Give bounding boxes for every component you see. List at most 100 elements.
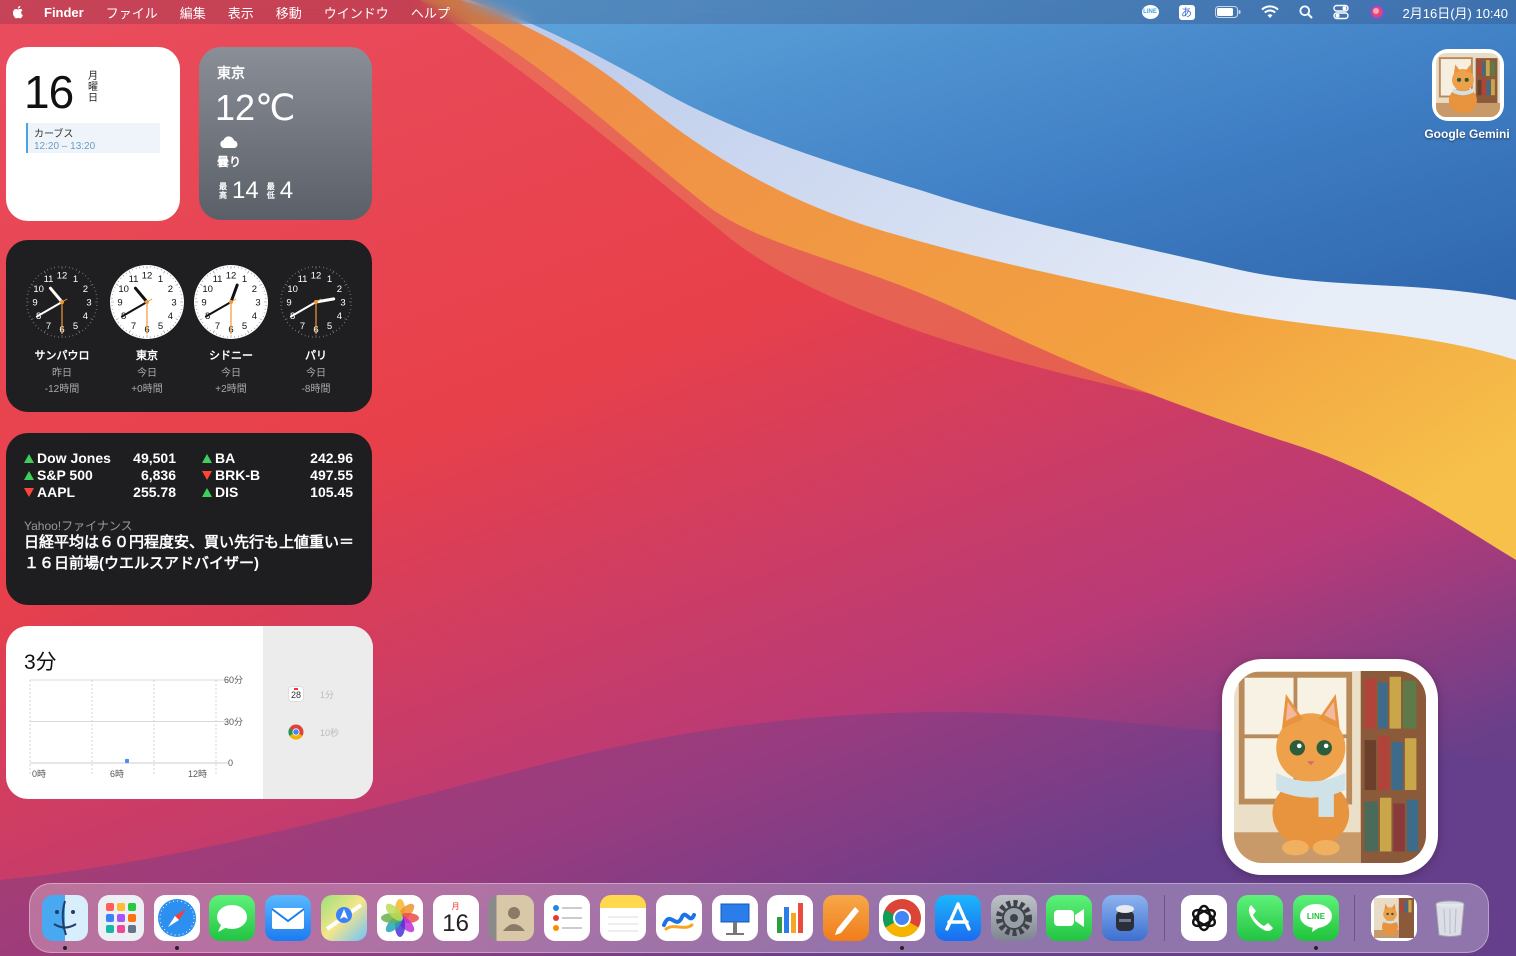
dock-line[interactable]: LINE [1292,895,1339,950]
stock-value: 497.55 [310,467,353,483]
siri-icon[interactable] [1369,2,1385,22]
clock-city: サンパウロ [34,350,90,362]
gear-icon [995,900,1032,936]
input-method-icon[interactable]: あ [1178,2,1195,22]
clock-numeral: 1 [327,274,332,285]
calendar-event-time: 12:20 – 13:20 [34,141,96,152]
freeform-icon [661,912,696,931]
analog-clock-face: 123456789101112 [25,265,99,339]
dock-contacts[interactable] [488,895,535,941]
clock-numeral: 2 [337,284,342,295]
dock-system-settings[interactable] [990,895,1037,941]
stock-symbol: DIS [215,484,239,500]
dock-calendar[interactable]: 月 16 [432,895,479,941]
dock-mail[interactable] [265,895,312,941]
x-tick-label: 6時 [110,769,124,779]
cat-image-thumbnail [1374,898,1415,938]
google-gemini-file-label[interactable]: Google Gemini [1412,127,1516,141]
chrome-icon [882,899,921,938]
stock-value: 242.96 [310,450,353,466]
menu-go[interactable]: 移動 [276,3,302,22]
mail-icon [271,908,305,929]
screen-time-app-row[interactable]: 10秒 [288,724,339,740]
trend-up-icon [202,487,212,497]
news-headline[interactable]: 日経平均は６０円程度安、買い先行も上値重い＝１６日前場(ウエルスアドバイザー) [24,532,354,574]
dock-facetime[interactable] [1046,895,1093,941]
dock-chrome[interactable] [878,895,925,950]
control-center-icon[interactable] [1332,2,1349,22]
menu-file[interactable]: ファイル [106,3,158,22]
dock-automator[interactable] [1102,895,1149,941]
dock-launchpad[interactable] [97,895,144,941]
dock-photos[interactable] [376,895,423,941]
contacts-icon [503,907,526,931]
trend-down-icon [24,487,34,497]
messages-icon [217,905,248,932]
wifi-icon[interactable] [1260,2,1279,22]
dock-maps[interactable] [320,895,367,941]
stock-row[interactable]: BRK-B [202,467,260,483]
dock-pages[interactable] [823,895,870,941]
cat-image-preview[interactable] [1222,659,1438,875]
weather-temperature: 12℃ [215,87,296,128]
dock-freeform[interactable] [655,895,702,941]
menu-app-finder[interactable]: Finder [44,5,84,20]
weather-high-low: 最高 14 最低 4 [219,177,301,205]
menubar-clock[interactable]: 2月16日(月) 10:40 [1403,3,1509,22]
menu-edit[interactable]: 編集 [180,3,206,22]
dock-phone[interactable] [1236,895,1283,941]
clock-numeral: 9 [32,298,37,309]
clock-numeral: 11 [44,274,54,285]
dock-keynote[interactable] [711,895,758,941]
weather-widget[interactable]: 東京 12℃ 曇り 最高 14 最低 4 [199,47,372,220]
calendar-widget[interactable]: 16 月曜日 カーブス 12:20 – 13:20 [6,47,180,221]
clock-item[interactable]: 123456789101112 東京 今日 +0時間 [107,264,187,395]
calendar-weekday: 月曜日 [88,71,98,104]
dock-safari[interactable] [153,895,200,950]
battery-icon[interactable] [1214,2,1241,22]
clock-item[interactable]: 123456789101112 パリ 今日 -8時間 [276,264,356,395]
clock-numeral: 2 [168,284,173,295]
stock-row[interactable]: BA [202,450,235,466]
screen-time-app-row[interactable]: 28 1分 [288,686,334,702]
running-indicator-dot [63,946,67,950]
stock-row[interactable]: S&P 500 [24,467,93,483]
calendar-event[interactable]: カーブス 12:20 – 13:20 [26,123,160,153]
apple-logo-icon[interactable] [10,4,26,20]
spotlight-search-icon[interactable] [1299,2,1313,22]
clock-city: シドニー [209,350,253,362]
dock-separator [1163,895,1165,941]
stock-symbol: BRK-B [215,467,261,483]
dock-app-store[interactable] [934,895,981,941]
stocks-widget[interactable]: Dow Jones 49,501 S&P 500 6,836 AAPL 255.… [6,433,372,605]
clock-numeral: 10 [202,284,213,295]
clock-numeral: 1 [73,274,78,285]
clock-item[interactable]: 123456789101112 サンパウロ 昨日 -12時間 [22,264,102,395]
clock-city: パリ [305,350,327,362]
google-gemini-file-icon[interactable] [1432,49,1504,121]
stock-symbol: BA [215,450,236,466]
stock-row[interactable]: AAPL [24,484,75,500]
stock-row[interactable]: DIS [202,484,238,500]
clock-item[interactable]: 123456789101112 シドニー 今日 +2時間 [191,264,271,395]
screen-time-widget[interactable]: 3分 60分 30分 0 0時 6時 12時 28 1分 10秒 [6,626,373,799]
menu-window[interactable]: ウインドウ [324,3,389,22]
dock-trash[interactable] [1427,895,1473,941]
dock-chatgpt[interactable] [1180,895,1227,941]
dock-reminders[interactable] [544,895,591,941]
dock-finder[interactable] [42,895,88,950]
dock-messages[interactable] [209,895,256,941]
clock-offset: -12時間 [44,384,80,395]
dock-notes[interactable] [599,895,646,941]
finder-icon [53,900,77,936]
clock-city: 東京 [136,350,158,362]
dock-numbers[interactable] [767,895,814,941]
line-logo-text: LINE [1306,912,1325,921]
menu-help[interactable]: ヘルプ [411,3,450,22]
world-clock-widget[interactable]: 123456789101112 サンパウロ 昨日 -12時間 123456789… [6,240,372,412]
clock-day: 今日 [306,368,326,379]
clock-numeral: 2 [252,284,257,295]
dock-gemini-image[interactable] [1371,895,1418,941]
line-icon[interactable]: LINE [1141,2,1159,22]
menu-view[interactable]: 表示 [228,3,254,22]
